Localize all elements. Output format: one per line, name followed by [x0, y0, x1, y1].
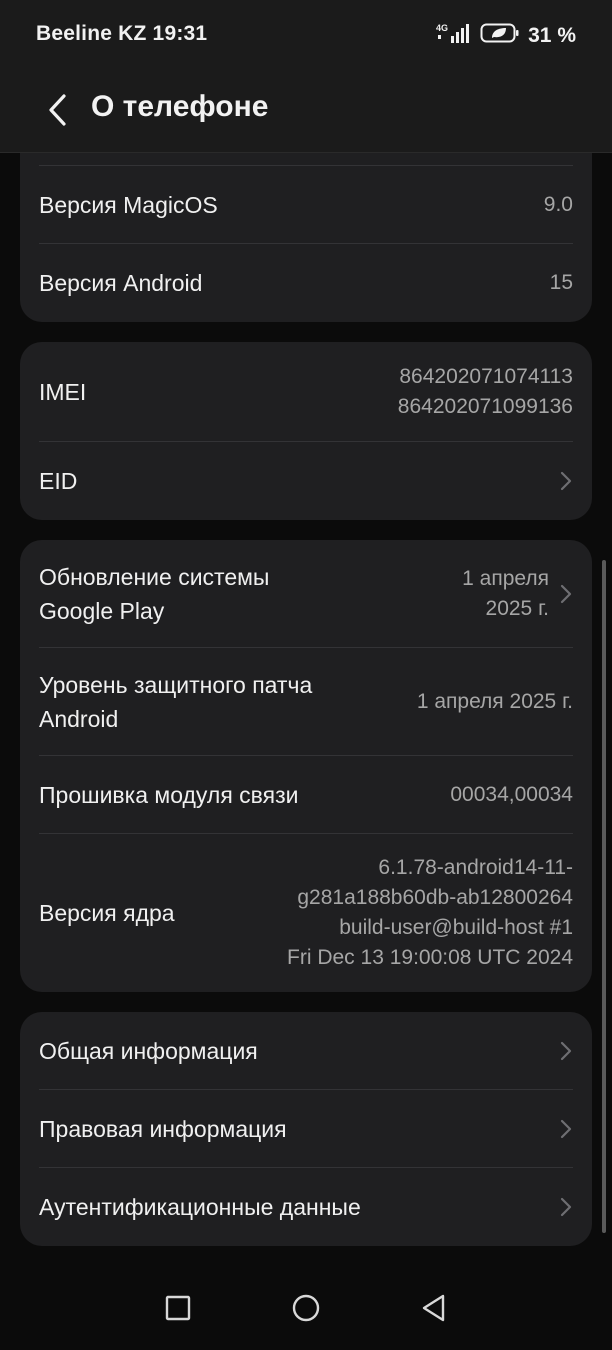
- software-card: Версия MagicOS 9.0 Версия Android 15: [20, 153, 592, 322]
- kernel-version-label: Версия ядра: [39, 900, 175, 926]
- more-info-card: Общая информация Правовая информация Аут…: [20, 1012, 592, 1246]
- imei-1: 864202071074113: [399, 364, 573, 388]
- imei-label: IMEI: [39, 378, 87, 405]
- chevron-right-icon: [559, 1040, 573, 1062]
- security-patch-row[interactable]: Уровень защитного патча Android 1 апреля…: [39, 648, 573, 755]
- nav-back-button[interactable]: [408, 1284, 460, 1336]
- page-title: О телефоне: [91, 90, 269, 123]
- google-play-update-value: 1 апреля 2025 г.: [462, 566, 549, 620]
- baseband-value: 00034,00034: [450, 782, 573, 806]
- battery-percent: 31 %: [528, 24, 576, 47]
- android-version-row[interactable]: Версия Android 15: [39, 244, 573, 321]
- chevron-right-icon: [559, 583, 573, 605]
- baseband-row[interactable]: Прошивка модуля связи 00034,00034: [39, 756, 573, 833]
- legal-info-row[interactable]: Правовая информация: [39, 1090, 573, 1167]
- identifiers-card: IMEI 864202071074113 864202071099136 EID: [20, 342, 592, 520]
- battery-icon: [480, 22, 520, 50]
- back-button[interactable]: [34, 88, 82, 136]
- home-button[interactable]: [280, 1284, 332, 1336]
- imei-value: 864202071074113 864202071099136: [398, 362, 573, 422]
- home-icon: [291, 1293, 321, 1328]
- scrollbar[interactable]: [602, 560, 606, 1233]
- signal-icon: 4G: [436, 22, 472, 50]
- android-version-value: 15: [549, 270, 573, 294]
- eid-row[interactable]: EID: [39, 442, 573, 520]
- magicos-version-label: Версия MagicOS: [39, 191, 218, 218]
- chevron-right-icon: [559, 1118, 573, 1140]
- google-play-update-row[interactable]: Обновление системы Google Play 1 апреля …: [39, 540, 573, 647]
- baseband-label: Прошивка модуля связи: [39, 781, 299, 808]
- kernel-version-row[interactable]: Версия ядра 6.1.78-android14-11- g281a18…: [39, 834, 573, 992]
- magicos-version-value: 9.0: [543, 192, 573, 216]
- system-info-card: Обновление системы Google Play 1 апреля …: [20, 540, 592, 992]
- recents-icon: [164, 1294, 192, 1327]
- android-version-label: Версия Android: [39, 269, 203, 296]
- chevron-right-icon: [559, 1196, 573, 1218]
- authentication-data-label: Аутентификационные данные: [39, 1194, 361, 1220]
- status-bar: Beeline KZ 19:31 4G 31 %: [0, 0, 612, 72]
- app-bar: О телефоне: [0, 72, 612, 153]
- magicos-version-row[interactable]: Версия MagicOS 9.0: [39, 166, 573, 243]
- kernel-version-value: 6.1.78-android14-11- g281a188b60db-ab128…: [287, 856, 573, 969]
- carrier-time: Beeline KZ 19:31: [36, 22, 208, 45]
- imei-row[interactable]: IMEI 864202071074113 864202071099136: [39, 342, 573, 441]
- imei-2: 864202071099136: [397, 394, 573, 418]
- status-icons: 4G 31 %: [436, 22, 576, 50]
- eid-label: EID: [39, 468, 78, 494]
- back-triangle-icon: [420, 1293, 448, 1328]
- security-patch-value: 1 апреля 2025 г.: [416, 689, 573, 713]
- authentication-data-row[interactable]: Аутентификационные данные: [39, 1168, 573, 1246]
- system-nav-bar: [0, 1270, 612, 1350]
- settings-list[interactable]: Версия MagicOS 9.0 Версия Android 15 IME…: [0, 153, 612, 1270]
- recents-button[interactable]: [152, 1284, 204, 1336]
- svg-text:4G: 4G: [436, 23, 448, 33]
- general-info-row[interactable]: Общая информация: [39, 1012, 573, 1089]
- security-patch-label: Уровень защитного патча Android: [39, 671, 313, 732]
- back-arrow-icon: [46, 93, 70, 132]
- chevron-right-icon: [559, 470, 573, 492]
- legal-info-label: Правовая информация: [39, 1115, 287, 1142]
- google-play-update-label: Обновление системы Google Play: [39, 563, 270, 624]
- general-info-label: Общая информация: [39, 1037, 258, 1064]
